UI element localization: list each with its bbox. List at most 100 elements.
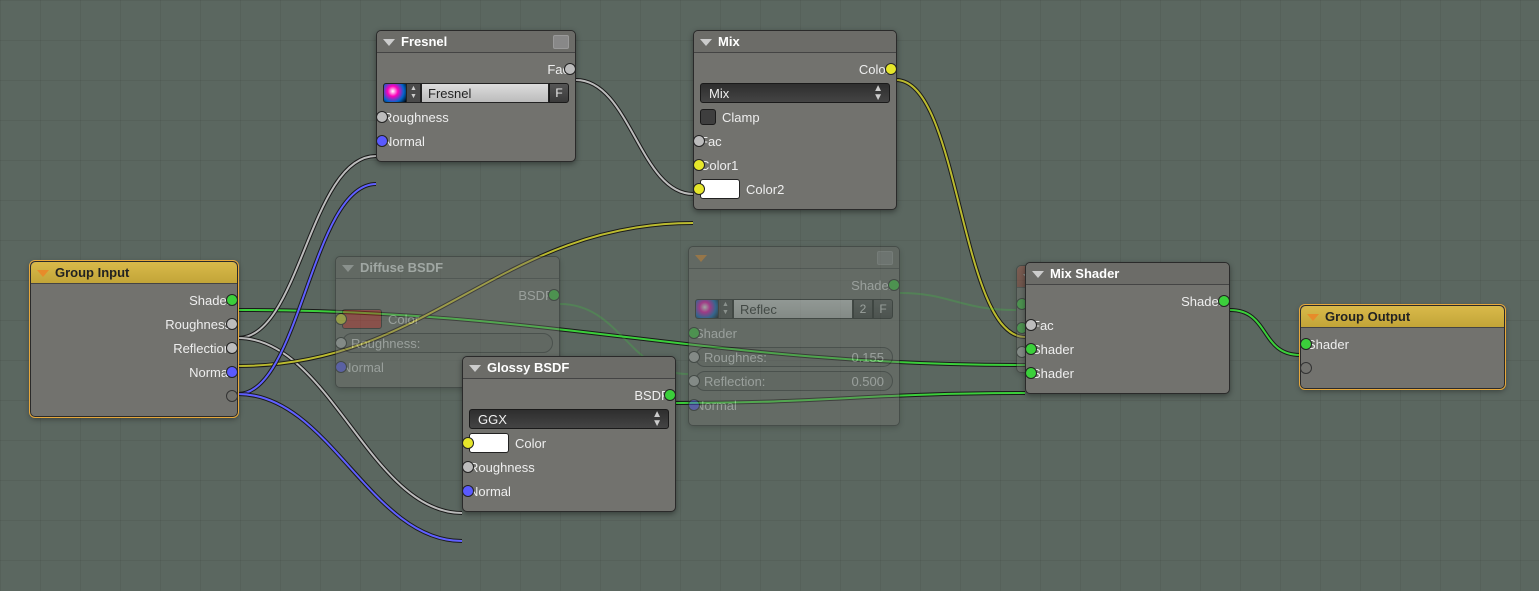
socket-out-shader[interactable] xyxy=(888,279,900,291)
input-shader: Shader xyxy=(695,321,893,345)
node-title: Fresnel xyxy=(401,34,553,49)
input-color1: Color1 xyxy=(700,153,890,177)
socket-in-fac[interactable] xyxy=(693,135,705,147)
socket-out-reflection[interactable] xyxy=(226,342,238,354)
output-bsdf: BSDF xyxy=(342,283,553,307)
socket-out-roughness[interactable] xyxy=(226,318,238,330)
socket-in-normal[interactable] xyxy=(688,399,700,411)
socket-in-shader[interactable] xyxy=(1300,338,1312,350)
node-group-input[interactable]: Group Input Shader Roughness Reflection … xyxy=(30,261,238,417)
output-shader: Shader xyxy=(695,273,893,297)
output-shader: Shader xyxy=(1032,289,1223,313)
input-roughness: Roughnes: 0.155 xyxy=(695,345,893,369)
socket-in-shader2[interactable] xyxy=(1025,367,1037,379)
reflection-field[interactable]: Reflection: 0.500 xyxy=(695,371,893,391)
output-shader: Shader xyxy=(37,288,231,312)
fresnel-name-row: ▲▼ Fresnel F xyxy=(383,81,569,105)
collapse-icon[interactable] xyxy=(342,265,354,272)
node-header[interactable]: Glossy BSDF xyxy=(463,357,675,379)
node-header[interactable]: Fresnel xyxy=(377,31,575,53)
node-group-output[interactable]: Group Output Shader xyxy=(1300,305,1505,389)
socket-in-roughness[interactable] xyxy=(688,351,700,363)
socket-out-bsdf[interactable] xyxy=(548,289,560,301)
socket-in-normal[interactable] xyxy=(335,361,347,373)
socket-in-shader1[interactable] xyxy=(1025,343,1037,355)
input-normal: Normal xyxy=(469,479,669,503)
socket-in-roughness[interactable] xyxy=(376,111,388,123)
socket-out-fac[interactable] xyxy=(564,63,576,75)
socket-out-bsdf[interactable] xyxy=(664,389,676,401)
input-shader1: Shader xyxy=(1032,337,1223,361)
clamp-checkbox[interactable] xyxy=(700,109,716,125)
collapse-icon[interactable] xyxy=(1307,314,1319,321)
color-swatch[interactable] xyxy=(342,309,382,329)
input-color: Color xyxy=(469,431,669,455)
node-fresnel[interactable]: Fresnel Fac ▲▼ Fresnel F Roughness Norma… xyxy=(376,30,576,162)
node-header[interactable] xyxy=(689,247,899,269)
spinner-icon[interactable]: ▲▼ xyxy=(719,299,733,319)
node-header[interactable]: Group Input xyxy=(31,262,237,284)
pin-icon[interactable] xyxy=(553,35,569,49)
input-normal: Normal xyxy=(383,129,569,153)
fresnel-name-field[interactable]: Fresnel xyxy=(421,83,549,103)
node-glossy-bsdf[interactable]: Glossy BSDF BSDF GGX ▲▼ Color Roughness … xyxy=(462,356,676,512)
socket-in-fac[interactable] xyxy=(1025,319,1037,331)
socket-in-roughness[interactable] xyxy=(335,337,347,349)
node-header[interactable]: Diffuse BSDF xyxy=(336,257,559,279)
reflec-field[interactable]: Reflec xyxy=(733,299,853,319)
colorpicker-icon[interactable] xyxy=(695,299,719,319)
f-button[interactable]: F xyxy=(549,83,569,103)
node-title: Mix xyxy=(718,34,890,49)
distribution-row: GGX ▲▼ xyxy=(469,407,669,431)
output-normal: Normal xyxy=(37,360,231,384)
two-button[interactable]: 2 xyxy=(853,299,873,319)
input-shader2: Shader xyxy=(1032,361,1223,385)
node-header[interactable]: Group Output xyxy=(1301,306,1504,328)
socket-in-normal[interactable] xyxy=(462,485,474,497)
socket-out-color[interactable] xyxy=(885,63,897,75)
blend-mode-dropdown[interactable]: Mix ▲▼ xyxy=(700,83,890,103)
node-title: Diffuse BSDF xyxy=(360,260,553,275)
spinner-icon[interactable]: ▲▼ xyxy=(407,83,421,103)
socket-in-roughness[interactable] xyxy=(462,461,474,473)
input-roughness: Roughness: xyxy=(342,331,553,355)
collapse-icon[interactable] xyxy=(469,365,481,372)
output-bsdf: BSDF xyxy=(469,383,669,407)
socket-in-shader[interactable] xyxy=(688,327,700,339)
socket-in-color2[interactable] xyxy=(693,183,705,195)
socket-in-empty[interactable] xyxy=(1300,362,1312,374)
output-color: Color xyxy=(700,57,890,81)
socket-out-shader[interactable] xyxy=(1218,295,1230,307)
node-group-bg[interactable]: Shader ▲▼ Reflec 2 F Shader Roughnes: 0.… xyxy=(688,246,900,426)
socket-in-color[interactable] xyxy=(462,437,474,449)
collapse-icon[interactable] xyxy=(383,39,395,46)
f-button[interactable]: F xyxy=(873,299,893,319)
output-roughness: Roughness xyxy=(37,312,231,336)
socket-in-color[interactable] xyxy=(335,313,347,325)
pin-icon[interactable] xyxy=(877,251,893,265)
node-mix-shader[interactable]: Mix Shader Shader Fac Shader Shader xyxy=(1025,262,1230,394)
input-fac: Fac xyxy=(700,129,890,153)
collapse-icon[interactable] xyxy=(700,39,712,46)
socket-in-normal[interactable] xyxy=(376,135,388,147)
node-mix[interactable]: Mix Color Mix ▲▼ Clamp Fac Color1 Col xyxy=(693,30,897,210)
collapse-icon[interactable] xyxy=(695,255,707,262)
collapse-icon[interactable] xyxy=(37,270,49,277)
roughness-field[interactable]: Roughness: xyxy=(342,333,553,353)
roughness-field[interactable]: Roughnes: 0.155 xyxy=(695,347,893,367)
color-swatch[interactable] xyxy=(469,433,509,453)
color2-swatch[interactable] xyxy=(700,179,740,199)
socket-out-shader[interactable] xyxy=(226,294,238,306)
distribution-dropdown[interactable]: GGX ▲▼ xyxy=(469,409,669,429)
socket-in-reflection[interactable] xyxy=(688,375,700,387)
collapse-icon[interactable] xyxy=(1032,271,1044,278)
node-header[interactable]: Mix xyxy=(694,31,896,53)
input-normal: Normal xyxy=(695,393,893,417)
socket-out-empty[interactable] xyxy=(226,390,238,402)
input-reflection: Reflection: 0.500 xyxy=(695,369,893,393)
socket-out-normal[interactable] xyxy=(226,366,238,378)
output-reflection: Reflection xyxy=(37,336,231,360)
socket-in-color1[interactable] xyxy=(693,159,705,171)
colorpicker-icon[interactable] xyxy=(383,83,407,103)
node-header[interactable]: Mix Shader xyxy=(1026,263,1229,285)
